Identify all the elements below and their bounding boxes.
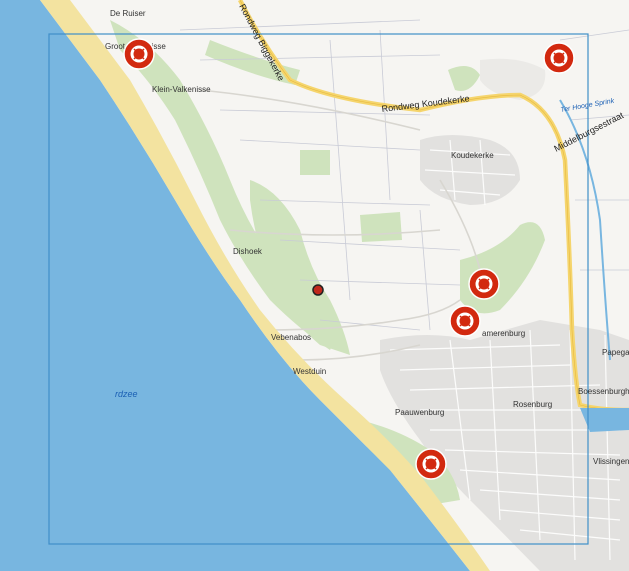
lifebuoy-icon[interactable] [468,268,500,300]
map-canvas[interactable]: De Ruiser Groot-Valkenisse Klein-Valkeni… [0,0,629,571]
place-label: Boessenburgh [578,387,629,396]
place-label: Rosenburg [513,400,552,409]
place-label: De Ruiser [110,9,146,18]
place-label: Papega [602,348,629,357]
lifebuoy-icon[interactable] [123,38,155,70]
place-label: amerenburg [482,329,525,338]
lifebuoy-icon[interactable] [415,448,447,480]
place-label: Klein-Valkenisse [152,85,211,94]
place-label: Koudekerke [451,151,494,160]
lifebuoy-icon[interactable] [449,305,481,337]
place-label: Paauwenburg [395,408,444,417]
place-label: Vebenabos [271,333,311,342]
place-label: Westduin [293,367,326,376]
location-dot[interactable] [312,284,324,296]
water-label: rdzee [115,389,138,399]
place-label: Vlissingen [593,457,629,466]
lifebuoy-icon[interactable] [543,42,575,74]
place-label: Dishoek [233,247,263,256]
